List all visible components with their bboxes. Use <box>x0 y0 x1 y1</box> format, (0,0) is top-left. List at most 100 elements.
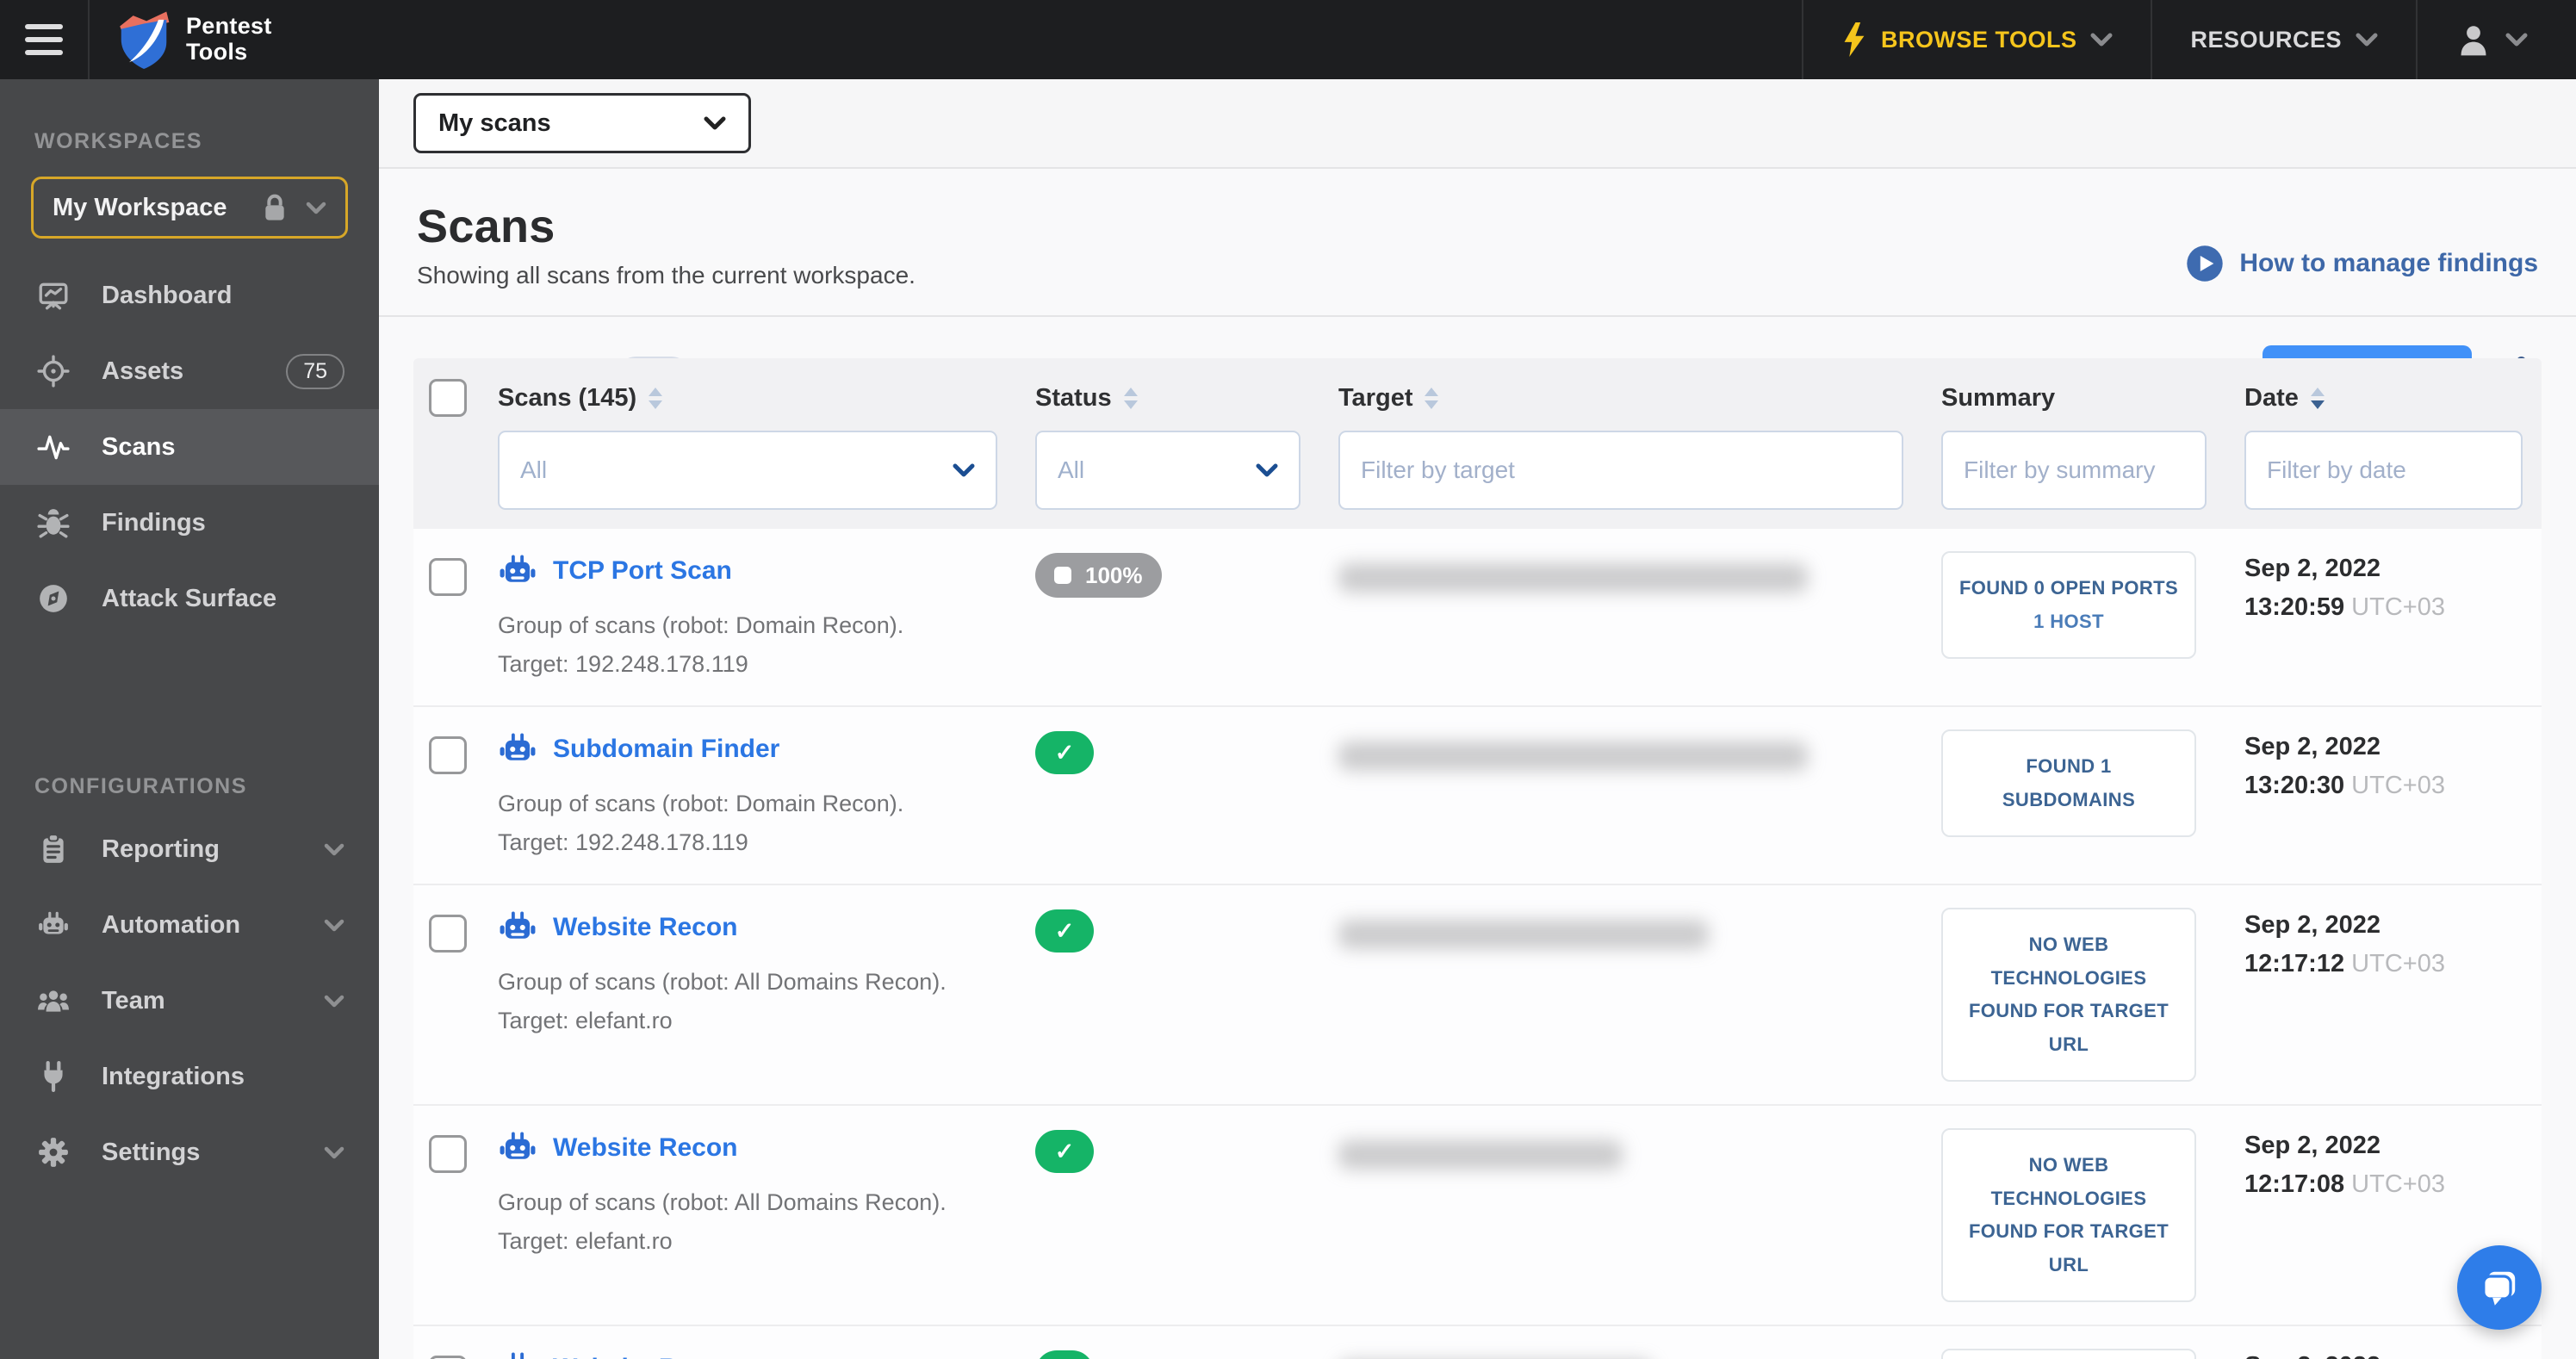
chat-widget-button[interactable] <box>2457 1245 2542 1330</box>
date-filter-input[interactable] <box>2244 431 2523 510</box>
summary-box[interactable]: NO WEB TECHNOLOGIES FOUND FOR TARGET URL <box>1941 1349 2196 1359</box>
robot-icon <box>500 1132 536 1159</box>
account-menu[interactable] <box>2416 0 2576 79</box>
browse-tools-menu[interactable]: BROWSE TOOLS <box>1801 0 2151 79</box>
summary-filter-input[interactable] <box>1941 431 2207 510</box>
scan-row: Website Recon Group of scans (robot: All… <box>413 1325 2542 1359</box>
hamburger-menu-icon[interactable] <box>0 0 90 79</box>
chevron-down-icon <box>324 995 345 1007</box>
redacted-target <box>1338 742 1808 772</box>
chevron-down-icon <box>704 116 726 130</box>
top-navigation-bar: Pentest Tools BROWSE TOOLS RESOURCES <box>0 0 2576 79</box>
scan-name-link[interactable]: Website Recon <box>553 1133 738 1163</box>
scans-filter-select[interactable]: All <box>498 431 997 510</box>
robot-icon <box>500 555 536 582</box>
scan-description: Group of scans (robot: Domain Recon). Ta… <box>498 791 904 855</box>
target-icon <box>34 355 72 388</box>
app-logo[interactable]: Pentest Tools <box>90 10 272 69</box>
sort-scans-button[interactable] <box>649 387 663 409</box>
summary-box[interactable]: FOUND 1 SUBDOMAINS <box>1941 729 2196 838</box>
row-checkbox[interactable] <box>429 1356 467 1359</box>
chevron-down-icon <box>2505 33 2528 47</box>
workspace-selector[interactable]: My Workspace <box>31 177 348 239</box>
scan-name-link[interactable]: Subdomain Finder <box>553 735 779 764</box>
scan-description: Group of scans (robot: All Domains Recon… <box>498 969 947 1033</box>
sidebar-item-reporting[interactable]: Reporting <box>0 811 379 887</box>
sidebar-item-attack-surface[interactable]: Attack Surface <box>0 561 379 636</box>
scan-name-link[interactable]: TCP Port Scan <box>553 556 732 586</box>
redacted-target <box>1338 563 1808 593</box>
sidebar-item-scans[interactable]: Scans <box>0 409 379 485</box>
sort-date-button[interactable] <box>2310 387 2325 409</box>
sidebar-nav: Dashboard Assets 75 Scans Findings Attac… <box>0 258 379 636</box>
summary-box[interactable]: NO WEB TECHNOLOGIES FOUND FOR TARGET URL <box>1941 1128 2196 1303</box>
status-progress-badge: 100% <box>1035 553 1162 598</box>
scan-name-link[interactable]: Website Recon <box>553 913 738 942</box>
table-header: Scans (145) Status Target Summary Date A… <box>413 358 2542 529</box>
chevron-down-icon <box>953 463 975 477</box>
redacted-target <box>1338 1140 1623 1170</box>
scan-date: Sep 2, 2022 13:20:30 UTC+03 <box>2244 733 2445 800</box>
sidebar-item-integrations[interactable]: Integrations <box>0 1039 379 1114</box>
chevron-down-icon <box>324 1146 345 1158</box>
how-to-manage-findings-link[interactable]: How to manage findings <box>2186 245 2538 282</box>
lock-icon <box>265 194 284 220</box>
scan-date: Sep 2, 2022 12:17:08 UTC+03 <box>2225 1349 2542 1359</box>
scan-name-link[interactable]: Website Recon <box>553 1354 738 1359</box>
chevron-down-icon <box>2090 33 2113 47</box>
sidebar-config-nav: Reporting Automation Team Integrations S… <box>0 811 379 1190</box>
stop-icon[interactable] <box>1054 567 1071 584</box>
scan-date: Sep 2, 2022 12:17:12 UTC+03 <box>2244 911 2445 978</box>
activity-icon <box>34 431 72 463</box>
topbar-left: Pentest Tools <box>0 0 379 79</box>
row-checkbox[interactable] <box>429 558 467 596</box>
column-target: Target <box>1338 383 1413 412</box>
select-all-checkbox[interactable] <box>429 379 467 417</box>
row-checkbox[interactable] <box>429 1135 467 1174</box>
robot-icon <box>511 1352 525 1359</box>
column-summary: Summary <box>1941 383 2056 412</box>
assets-count-badge: 75 <box>286 353 345 389</box>
row-checkbox[interactable] <box>429 736 467 775</box>
column-status: Status <box>1035 383 1112 412</box>
status-success-badge: ✓ <box>1035 731 1094 775</box>
compass-icon <box>34 582 72 615</box>
sort-status-button[interactable] <box>1123 387 1138 409</box>
scan-row: TCP Port Scan Group of scans (robot: Dom… <box>413 529 2542 705</box>
chevron-down-icon <box>2356 33 2378 47</box>
sort-target-button[interactable] <box>1425 387 1439 409</box>
table-body: TCP Port Scan Group of scans (robot: Dom… <box>413 529 2542 1359</box>
dashboard-icon <box>34 279 72 312</box>
chevron-down-icon <box>324 919 345 931</box>
bug-icon <box>34 506 72 539</box>
resources-menu[interactable]: RESOURCES <box>2151 0 2416 79</box>
sidebar-item-automation[interactable]: Automation <box>0 887 379 963</box>
chevron-down-icon <box>1256 463 1278 477</box>
sidebar-item-assets[interactable]: Assets 75 <box>0 333 379 409</box>
page-title: Scans <box>417 201 556 252</box>
shield-logo-icon <box>120 11 170 69</box>
robot-icon <box>500 733 536 760</box>
sidebar-item-findings[interactable]: Findings <box>0 485 379 561</box>
plug-icon <box>34 1060 72 1093</box>
chevron-down-icon <box>324 843 345 855</box>
row-checkbox[interactable] <box>429 915 467 953</box>
sidebar-item-settings[interactable]: Settings <box>0 1114 379 1190</box>
status-filter-select[interactable]: All <box>1035 431 1300 510</box>
scan-row: Website Recon Group of scans (robot: All… <box>413 884 2542 1104</box>
sidebar-item-dashboard[interactable]: Dashboard <box>0 258 379 333</box>
robot-icon <box>500 911 536 939</box>
scan-row: Subdomain Finder Group of scans (robot: … <box>413 705 2542 884</box>
chat-icon <box>2482 1271 2516 1306</box>
scans-scope-select[interactable]: My scans <box>413 93 751 153</box>
sidebar: WORKSPACES My Workspace Dashboard Assets… <box>0 79 379 1359</box>
page-header: Scans Showing all scans from the current… <box>379 169 2576 317</box>
chevron-down-icon <box>306 202 326 214</box>
summary-box[interactable]: FOUND 0 OPEN PORTS 1 HOST <box>1941 551 2196 659</box>
column-date: Date <box>2244 383 2299 412</box>
scope-bar: My scans <box>379 79 2576 169</box>
sidebar-item-team[interactable]: Team <box>0 963 379 1039</box>
summary-box[interactable]: NO WEB TECHNOLOGIES FOUND FOR TARGET URL <box>1941 908 2196 1083</box>
target-filter-input[interactable] <box>1338 431 1903 510</box>
gear-icon <box>34 1136 72 1169</box>
